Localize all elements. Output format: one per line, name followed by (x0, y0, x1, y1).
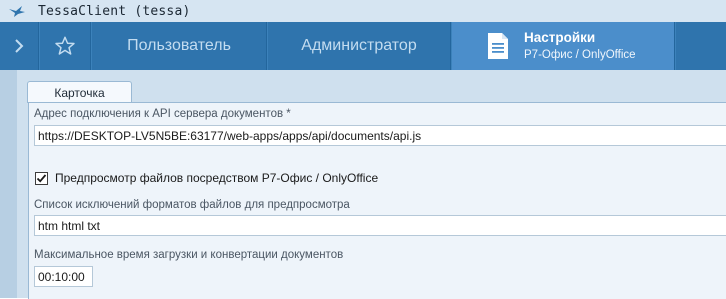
tab-user[interactable]: Пользователь (92, 22, 266, 70)
tab-separator (38, 22, 39, 70)
tab-card[interactable]: Карточка (27, 81, 132, 103)
tab-administrator[interactable]: Администратор (268, 22, 450, 70)
server-url-input[interactable]: https://DESKTOP-LV5N5BE:63177/web-apps/a… (34, 125, 726, 146)
card-panel: Адрес подключения к API сервера документ… (28, 102, 726, 299)
star-icon (55, 36, 75, 55)
expand-sidebar-button[interactable] (0, 22, 38, 70)
tab-separator (674, 22, 675, 70)
tessa-bird-icon (9, 6, 25, 17)
favorites-button[interactable] (40, 22, 90, 70)
preview-checkbox-label: Предпросмотр файлов посредством Р7-Офис … (55, 171, 379, 185)
timeout-label: Максимальное время загрузки и конвертаци… (34, 249, 344, 261)
document-icon (488, 33, 508, 59)
tab-separator (266, 22, 267, 70)
window-title: TessaClient (tessa) (38, 3, 191, 19)
exclusions-input[interactable]: htm html txt (34, 215, 726, 236)
preview-checkbox[interactable] (35, 171, 48, 185)
tab-separator (450, 22, 451, 70)
tab-settings-title: Настройки (524, 29, 596, 45)
preview-checkbox-row[interactable]: Предпросмотр файлов посредством Р7-Офис … (35, 171, 378, 185)
content-area: Карточка Адрес подключения к API сервера… (0, 70, 726, 299)
left-panel-strip (0, 70, 17, 298)
tab-separator (90, 22, 91, 70)
tab-settings-active[interactable]: Настройки Р7-Офис / OnlyOffice (452, 22, 674, 70)
main-tab-bar: Пользователь Администратор Настройки Р7-… (0, 22, 726, 70)
checkmark-icon (36, 173, 47, 183)
tab-administrator-label: Администратор (301, 37, 417, 54)
timeout-input[interactable]: 00:10:00 (34, 266, 93, 287)
server-url-label: Адрес подключения к API сервера документ… (34, 108, 291, 120)
exclusions-label: Список исключений форматов файлов для пр… (34, 199, 350, 211)
tab-card-label: Карточка (54, 85, 105, 100)
window-title-bar: TessaClient (tessa) (0, 0, 726, 22)
chevron-right-icon (15, 39, 24, 53)
tab-settings-subtitle: Р7-Офис / OnlyOffice (524, 48, 636, 61)
tab-user-label: Пользователь (127, 37, 231, 54)
